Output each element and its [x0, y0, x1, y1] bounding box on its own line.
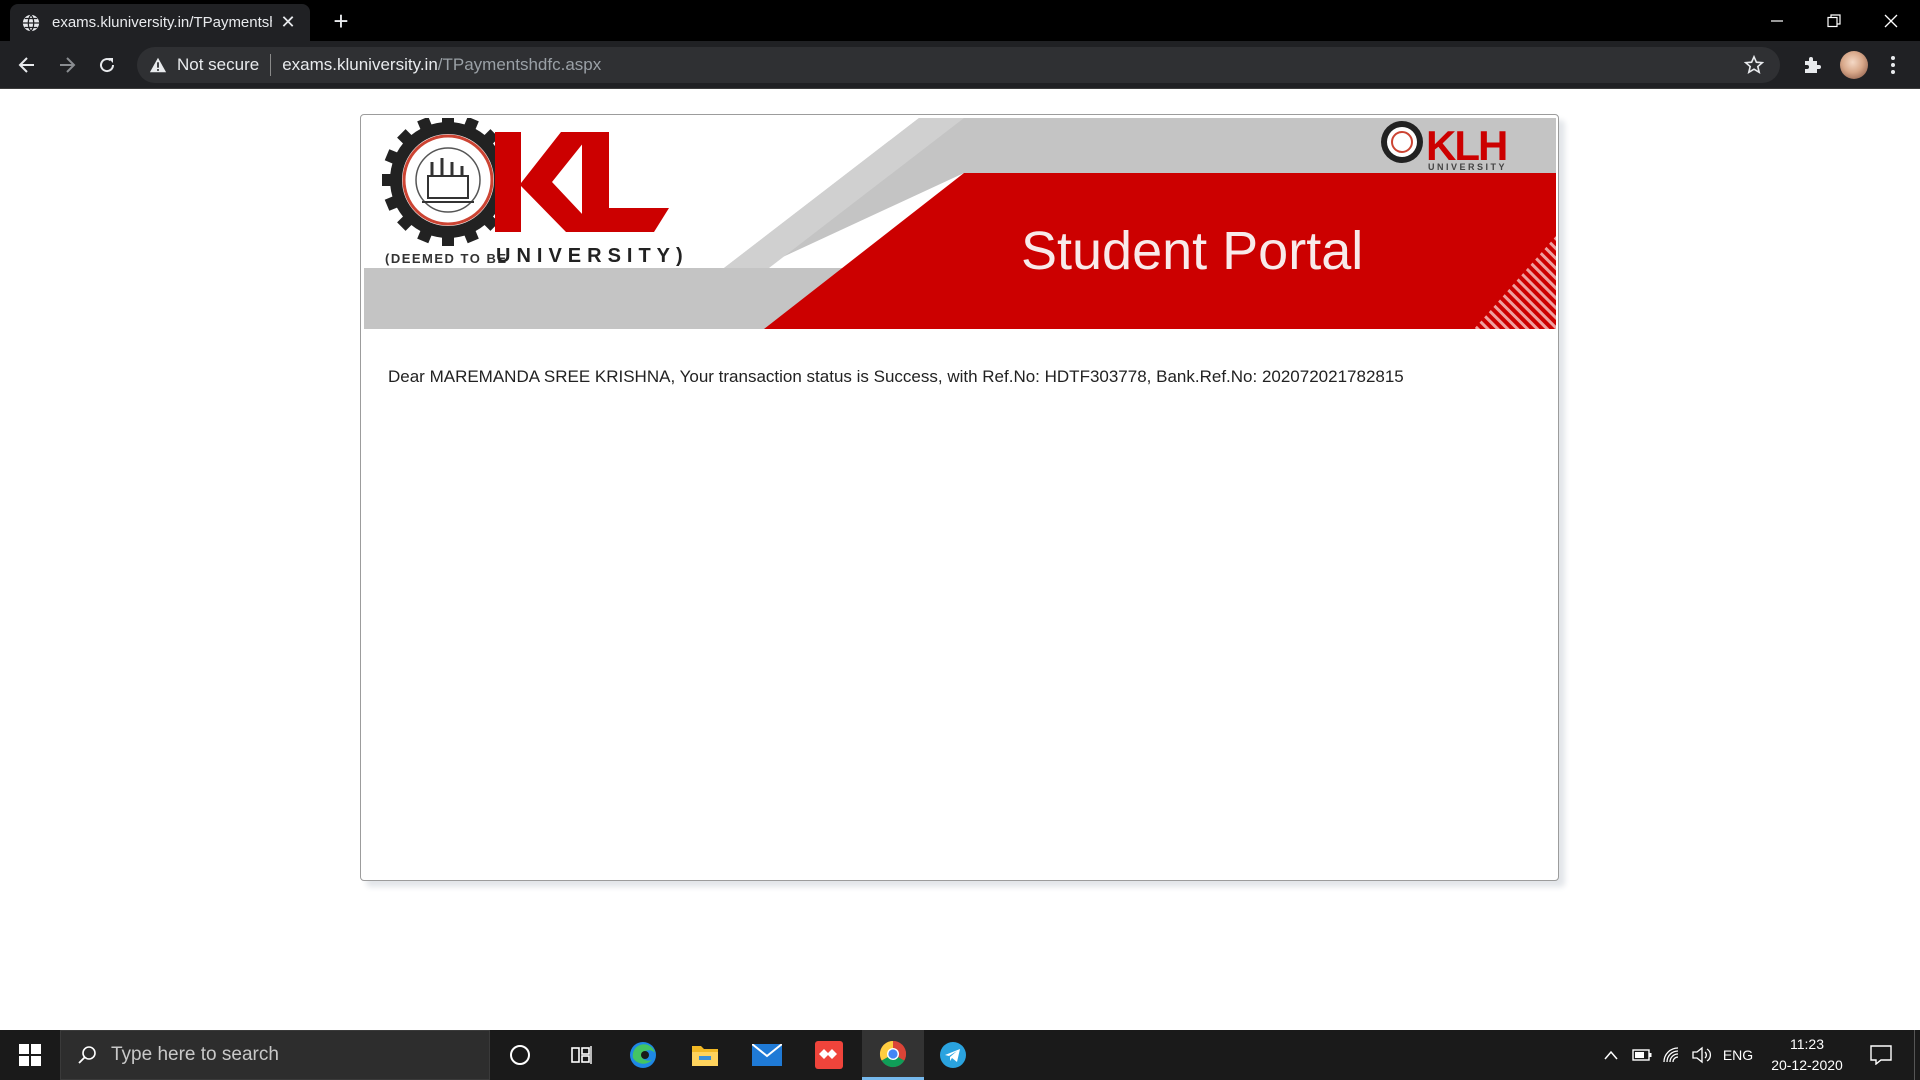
star-icon[interactable]	[1744, 55, 1764, 75]
address-bar[interactable]: Not secure exams.kluniversity.in /TPayme…	[137, 47, 1780, 83]
tab-close-icon[interactable]: ✕	[278, 12, 298, 33]
task-view-button[interactable]	[550, 1030, 612, 1080]
anydesk-icon	[815, 1041, 843, 1069]
volume-icon	[1692, 1046, 1711, 1064]
mail-icon	[752, 1044, 782, 1066]
battery-icon	[1632, 1049, 1652, 1061]
minimize-button[interactable]	[1748, 0, 1806, 41]
menu-button[interactable]	[1878, 50, 1908, 80]
show-hidden-icons-button[interactable]	[1598, 1030, 1624, 1080]
taskbar-search[interactable]: Type here to search	[60, 1030, 490, 1080]
cortana-icon	[510, 1045, 530, 1065]
forward-button[interactable]	[52, 50, 82, 80]
close-icon	[1884, 14, 1898, 27]
security-label[interactable]: Not secure	[177, 55, 259, 75]
warning-icon	[149, 57, 167, 73]
extensions-icon	[1805, 57, 1821, 73]
start-button[interactable]	[0, 1030, 60, 1080]
reload-button[interactable]	[92, 50, 122, 80]
edge-app[interactable]	[612, 1030, 674, 1080]
search-placeholder: Type here to search	[111, 1044, 279, 1065]
university-text: UNIVERSITY)	[496, 245, 689, 267]
battery-button[interactable]	[1628, 1030, 1656, 1080]
anydesk-app[interactable]	[798, 1030, 860, 1080]
transaction-status-message: Dear MAREMANDA SREE KRISHNA, Your transa…	[388, 367, 1404, 386]
clock-time: 11:23	[1790, 1036, 1824, 1052]
minimize-icon	[1771, 19, 1783, 22]
url-path: /TPaymentshdfc.aspx	[437, 55, 602, 74]
extensions-button[interactable]	[1797, 50, 1827, 80]
telegram-icon	[940, 1042, 966, 1068]
wifi-icon	[1663, 1047, 1679, 1063]
kl-logo	[495, 132, 669, 232]
page-content: (DEEMED TO BE UNIVERSITY) KLH UNIVERSITY…	[0, 90, 1920, 1030]
deemed-text: (DEEMED TO BE	[385, 251, 508, 266]
tab-title: exams.kluniversity.in/TPaymentshdfc.aspx	[52, 14, 272, 31]
omnibox-divider	[270, 54, 272, 76]
chrome-app[interactable]	[862, 1030, 924, 1080]
clock-date: 20-12-2020	[1771, 1057, 1843, 1073]
globe-icon	[22, 13, 40, 32]
notification-icon	[1870, 1045, 1892, 1065]
search-icon	[78, 1046, 96, 1064]
browser-toolbar: Not secure exams.kluniversity.in /TPayme…	[0, 41, 1920, 89]
url-host: exams.kluniversity.in	[282, 55, 438, 74]
portal-container: (DEEMED TO BE UNIVERSITY) KLH UNIVERSITY…	[360, 114, 1559, 881]
klh-logo-subtext: UNIVERSITY	[1428, 162, 1507, 172]
show-desktop-button[interactable]	[1914, 1030, 1920, 1080]
mail-app[interactable]	[736, 1030, 798, 1080]
system-clock[interactable]: 11:23 20-12-2020	[1762, 1034, 1852, 1076]
menu-icon	[1891, 56, 1895, 74]
page-title: Student Portal	[1021, 221, 1364, 281]
browser-tab[interactable]: exams.kluniversity.in/TPaymentshdfc.aspx…	[10, 4, 310, 41]
seal-logo	[382, 118, 514, 246]
back-icon	[18, 57, 34, 73]
profile-button[interactable]	[1839, 50, 1869, 80]
file-explorer-app[interactable]	[674, 1030, 736, 1080]
back-button[interactable]	[12, 50, 42, 80]
input-language[interactable]: ENG	[1718, 1030, 1758, 1080]
restore-icon	[1827, 13, 1841, 27]
volume-button[interactable]	[1688, 1030, 1716, 1080]
chrome-icon	[879, 1040, 907, 1067]
close-window-button[interactable]	[1862, 0, 1920, 41]
notifications-button[interactable]	[1864, 1030, 1898, 1080]
title-bar: exams.kluniversity.in/TPaymentshdfc.aspx…	[0, 0, 1920, 41]
file-explorer-icon	[692, 1046, 718, 1066]
edge-icon	[630, 1042, 656, 1068]
new-tab-button[interactable]: +	[326, 6, 356, 36]
network-button[interactable]	[1658, 1030, 1686, 1080]
cortana-button[interactable]	[489, 1030, 551, 1080]
avatar	[1840, 51, 1868, 79]
windows-taskbar: Type here to search ENG 11:23 20-12-2020	[0, 1030, 1920, 1080]
forward-icon	[60, 57, 76, 73]
reload-icon	[100, 58, 115, 73]
task-view-icon	[571, 1046, 592, 1064]
windows-icon	[19, 1044, 41, 1066]
chevron-up-icon	[1604, 1050, 1618, 1060]
restore-button[interactable]	[1805, 0, 1863, 41]
telegram-app[interactable]	[922, 1030, 984, 1080]
